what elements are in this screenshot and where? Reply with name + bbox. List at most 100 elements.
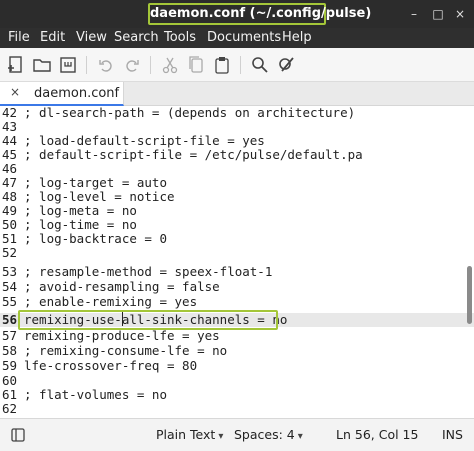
- line-text: ; log-level = notice: [24, 189, 175, 204]
- menu-view[interactable]: View: [76, 29, 107, 47]
- text-editor[interactable]: 42 ; dl-search-path = (depends on archite…: [0, 106, 474, 418]
- menu-bar: File Edit View Search Tools Documents He…: [0, 28, 474, 48]
- editor-line: 53 ; resample-method = speex-float-1: [0, 265, 474, 279]
- line-text: ; load-default-script-file = yes: [24, 133, 265, 148]
- line-number: 61: [2, 387, 18, 402]
- language-selector[interactable]: Plain Text ▾: [156, 427, 223, 445]
- new-document-icon[interactable]: [5, 54, 27, 76]
- tab-close-icon[interactable]: ×: [10, 85, 20, 99]
- line-number: 51: [2, 231, 18, 246]
- toolbar-separator: [240, 56, 241, 74]
- save-icon[interactable]: [57, 54, 79, 76]
- line-number: 56: [2, 312, 18, 327]
- side-panel-icon[interactable]: [10, 427, 26, 443]
- editor-line: 48 ; log-level = notice: [0, 190, 474, 204]
- line-text: ; resample-method = speex-float-1: [24, 264, 273, 279]
- line-text: ; log-target = auto: [24, 175, 167, 190]
- line-number: 50: [2, 217, 18, 232]
- editor-line: 62: [0, 402, 474, 416]
- chevron-down-icon: ▾: [218, 431, 224, 442]
- cut-icon[interactable]: [159, 54, 181, 76]
- editor-line: 44 ; load-default-script-file = yes: [0, 134, 474, 148]
- line-number: 57: [2, 328, 18, 343]
- cursor-position[interactable]: Ln 56, Col 15: [336, 427, 418, 443]
- line-text: lfe-crossover-freq = 80: [24, 358, 198, 373]
- menu-tools[interactable]: Tools: [164, 29, 196, 47]
- line-text: ; log-backtrace = 0: [24, 231, 167, 246]
- editor-line: 54 ; avoid-resampling = false: [0, 280, 474, 294]
- status-bar: Plain Text ▾ Spaces: 4 ▾ Ln 56, Col 15 INS: [0, 418, 474, 451]
- editor-line: 58 ; remixing-consume-lfe = no: [0, 344, 474, 358]
- menu-documents[interactable]: Documents: [207, 29, 281, 47]
- editor-line: 43: [0, 120, 474, 134]
- line-text: ; log-meta = no: [24, 203, 137, 218]
- editor-line: 55 ; enable-remixing = yes: [0, 295, 474, 309]
- line-text: ; dl-search-path = (depends on architect…: [24, 106, 356, 120]
- replace-icon[interactable]: [276, 54, 298, 76]
- line-number: 45: [2, 147, 18, 162]
- line-number: 48: [2, 189, 18, 204]
- title-bar: daemon.conf (~/.config/pulse) – □ ×: [0, 0, 474, 28]
- editor-line: 60: [0, 374, 474, 388]
- editor-line: 61 ; flat-volumes = no: [0, 388, 474, 402]
- toolbar: [0, 48, 474, 82]
- window-title: daemon.conf (~/.config/pulse): [148, 3, 371, 25]
- line-number: 52: [2, 245, 18, 260]
- editor-line: 46: [0, 162, 474, 176]
- tab-label: daemon.conf: [34, 86, 120, 101]
- line-number: 49: [2, 203, 18, 218]
- line-text: remixing-use-all-sink-channels = no: [24, 312, 288, 327]
- editor-line: 42 ; dl-search-path = (depends on archite…: [0, 106, 474, 120]
- search-icon[interactable]: [249, 54, 271, 76]
- line-number: 42: [2, 106, 18, 120]
- redo-icon[interactable]: [121, 54, 143, 76]
- open-folder-icon[interactable]: [31, 54, 53, 76]
- editor-line: 52: [0, 246, 474, 260]
- line-number: 46: [2, 161, 18, 176]
- close-window-button[interactable]: ×: [450, 4, 470, 24]
- editor-line: 45 ; default-script-file = /etc/pulse/def…: [0, 148, 474, 162]
- line-number: 44: [2, 133, 18, 148]
- vertical-scrollbar[interactable]: [467, 266, 472, 324]
- editor-line: 51 ; log-backtrace = 0: [0, 232, 474, 246]
- insert-mode[interactable]: INS: [442, 427, 463, 443]
- menu-edit[interactable]: Edit: [40, 29, 65, 47]
- menu-file[interactable]: File: [8, 29, 30, 47]
- line-text: ; flat-volumes = no: [24, 387, 167, 402]
- editor-line: 47 ; log-target = auto: [0, 176, 474, 190]
- tab-width-label: Spaces: 4: [234, 427, 295, 442]
- line-number: 59: [2, 358, 18, 373]
- chevron-down-icon: ▾: [297, 431, 303, 442]
- text-caret: [122, 312, 123, 326]
- editor-line: 57 remixing-produce-lfe = yes: [0, 329, 474, 343]
- editor-line: 49 ; log-meta = no: [0, 204, 474, 218]
- line-number: 58: [2, 343, 18, 358]
- language-label: Plain Text: [156, 427, 216, 442]
- maximize-button[interactable]: □: [428, 4, 448, 24]
- editor-line: 59 lfe-crossover-freq = 80: [0, 359, 474, 373]
- line-number: 53: [2, 264, 18, 279]
- line-text: ; default-script-file = /etc/pulse/defau…: [24, 147, 363, 162]
- line-number: 54: [2, 279, 18, 294]
- line-text: ; log-time = no: [24, 217, 137, 232]
- line-text: remixing-produce-lfe = yes: [24, 328, 220, 343]
- toolbar-separator: [150, 56, 151, 74]
- toolbar-separator: [86, 56, 87, 74]
- tab-bar: × daemon.conf: [0, 82, 474, 106]
- current-line: 56 remixing-use-all-sink-channels = no: [0, 313, 474, 327]
- line-number: 62: [2, 401, 18, 416]
- editor-line: 50 ; log-time = no: [0, 218, 474, 232]
- line-text: ; remixing-consume-lfe = no: [24, 343, 228, 358]
- tab-daemon-conf[interactable]: × daemon.conf: [0, 82, 124, 106]
- line-number: 60: [2, 373, 18, 388]
- tab-width-selector[interactable]: Spaces: 4 ▾: [234, 427, 303, 445]
- menu-help[interactable]: Help: [282, 29, 312, 47]
- line-number: 55: [2, 294, 18, 309]
- menu-search[interactable]: Search: [114, 29, 159, 47]
- minimize-button[interactable]: –: [404, 4, 424, 24]
- undo-icon[interactable]: [95, 54, 117, 76]
- line-text: ; avoid-resampling = false: [24, 279, 220, 294]
- paste-icon[interactable]: [211, 54, 233, 76]
- copy-icon[interactable]: [185, 54, 207, 76]
- line-number: 43: [2, 119, 18, 134]
